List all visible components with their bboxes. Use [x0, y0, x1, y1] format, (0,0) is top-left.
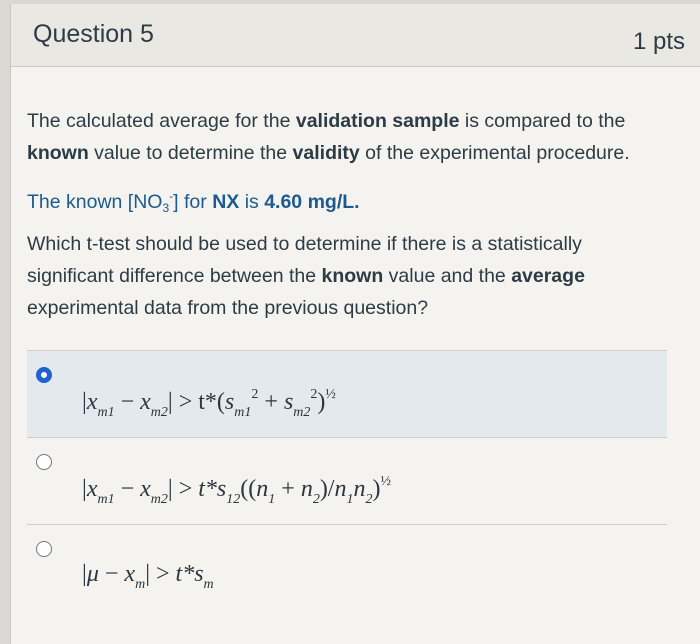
question-title: Question 5 — [33, 20, 154, 48]
answer-formula-1: |xm1 − xm2| > t*(sm12 + sm22)½ — [82, 387, 336, 420]
radio-selected-icon[interactable] — [36, 367, 52, 383]
answer-option-3[interactable]: |μ − xm| > t*sm — [27, 524, 667, 611]
answer-option-2[interactable]: |xm1 − xm2| > t*s12((n1 + n2)/n1n2)½ — [27, 437, 667, 524]
radio-unselected-icon[interactable] — [36, 454, 52, 470]
question-paragraph-2: The known [NO3-] for NX is 4.60 mg/L. — [27, 189, 360, 215]
answer-formula-2: |xm1 − xm2| > t*s12((n1 + n2)/n1n2)½ — [82, 474, 391, 507]
question-paragraph-1: The calculated average for the validatio… — [27, 110, 630, 164]
question-paragraph-3: Which t-test should be used to determine… — [27, 233, 585, 319]
answer-option-1[interactable]: |xm1 − xm2| > t*(sm12 + sm22)½ — [27, 350, 667, 437]
answer-formula-3: |μ − xm| > t*sm — [82, 561, 214, 592]
radio-unselected-icon[interactable] — [36, 541, 52, 557]
question-header: Question 5 1 pts — [11, 4, 700, 67]
question-points: 1 pts — [632, 28, 685, 55]
answer-list: |xm1 − xm2| > t*(sm12 + sm22)½ |xm1 − xm… — [27, 350, 667, 611]
